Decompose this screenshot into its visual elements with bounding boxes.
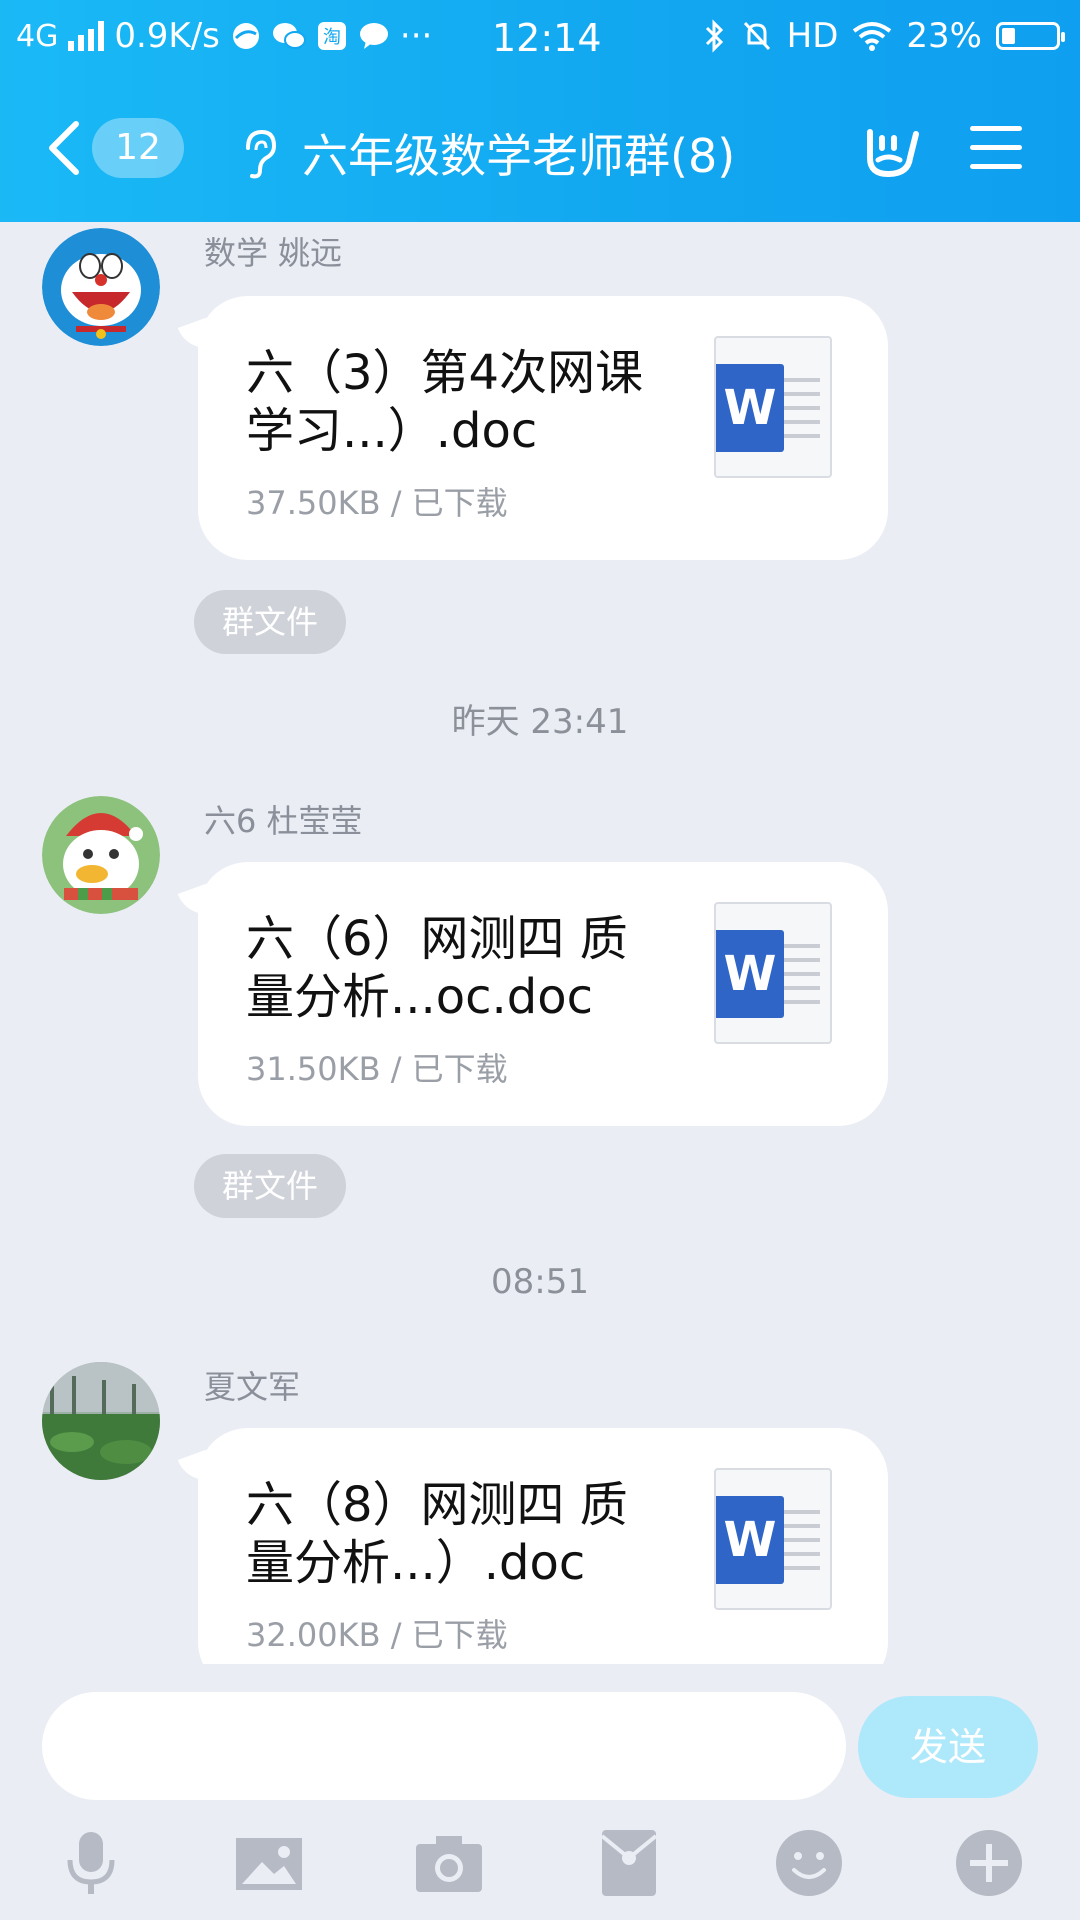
battery-icon xyxy=(996,22,1065,50)
message-icon xyxy=(359,23,388,49)
battery-percent: 23% xyxy=(906,16,982,56)
sender-name: 夏文军 xyxy=(204,1368,301,1406)
menu-icon[interactable] xyxy=(970,126,1022,170)
word-doc-icon: W xyxy=(714,1468,832,1610)
wechat-icon xyxy=(272,23,306,49)
file-message-bubble[interactable]: 六（8）网测四 质量分析...）.doc 32.00KB / 已下载 W xyxy=(198,1428,888,1664)
file-name: 六（8）网测四 质量分析...）.doc xyxy=(246,1477,628,1591)
bluetooth-icon xyxy=(705,19,723,53)
header-background: 4G 0.9K/s 淘 ··· 12:14 HD 23% 12 六年级数学老师群… xyxy=(0,0,1080,222)
word-doc-icon: W xyxy=(714,336,832,478)
file-meta: 32.00KB / 已下载 xyxy=(246,1616,508,1654)
message-input[interactable] xyxy=(42,1692,846,1800)
plus-icon[interactable] xyxy=(954,1828,1024,1898)
file-meta: 31.50KB / 已下载 xyxy=(246,1050,508,1088)
time-separator: 昨天 23:41 xyxy=(451,702,629,742)
group-file-tag[interactable]: 群文件 xyxy=(194,590,346,654)
signal-icon xyxy=(68,21,105,51)
chat-header: 12 六年级数学老师群(8) xyxy=(0,76,1080,222)
network-speed: 0.9K/s xyxy=(114,16,220,56)
more-notifications-icon: ··· xyxy=(399,16,433,56)
sender-name: 数学 姚远 xyxy=(204,234,343,272)
unread-count-badge[interactable]: 12 xyxy=(92,118,184,178)
image-icon[interactable] xyxy=(234,1828,304,1898)
file-message-bubble[interactable]: 六（6）网测四 质量分析...oc.doc 31.50KB / 已下载 W xyxy=(198,862,888,1126)
mute-bell-icon xyxy=(743,21,770,51)
wifi-icon xyxy=(853,22,892,51)
svg-text:淘: 淘 xyxy=(323,27,341,48)
hd-indicator: HD xyxy=(786,16,839,56)
avatar[interactable] xyxy=(42,796,160,914)
red-packet-icon[interactable] xyxy=(594,1828,664,1898)
taobao-icon: 淘 xyxy=(317,22,346,50)
microphone-icon[interactable] xyxy=(56,1828,126,1898)
chat-title: 六年级数学老师群(8) xyxy=(302,129,736,183)
input-bar: 发送 xyxy=(0,1664,1080,1920)
file-meta: 37.50KB / 已下载 xyxy=(246,484,508,522)
message-item: 夏文军 六（8）网测四 质量分析...）.doc 32.00KB / 已下载 W xyxy=(0,1362,1080,1664)
emoji-icon[interactable] xyxy=(774,1828,844,1898)
time-separator: 08:51 xyxy=(491,1262,589,1302)
status-bar: 4G 0.9K/s 淘 ··· 12:14 HD 23% xyxy=(0,0,1080,76)
earpiece-mode-icon[interactable] xyxy=(240,128,278,180)
input-toolbar xyxy=(0,1828,1080,1908)
clock: 12:14 xyxy=(492,16,602,60)
file-message-bubble[interactable]: 六（3）第4次网课学习...）.doc 37.50KB / 已下载 W xyxy=(198,296,888,560)
avatar[interactable] xyxy=(42,228,160,346)
sender-name: 六6 杜莹莹 xyxy=(204,802,363,840)
send-button[interactable]: 发送 xyxy=(858,1696,1038,1798)
group-file-tag[interactable]: 群文件 xyxy=(194,1154,346,1218)
file-name: 六（6）网测四 质量分析...oc.doc xyxy=(246,911,628,1025)
back-arrow-icon[interactable] xyxy=(44,120,84,176)
avatar[interactable] xyxy=(42,1362,160,1480)
app-notification-icon xyxy=(232,23,259,49)
network-type: 4G xyxy=(16,18,59,54)
camera-icon[interactable] xyxy=(414,1828,484,1898)
word-doc-icon: W xyxy=(714,902,832,1044)
file-name: 六（3）第4次网课学习...）.doc xyxy=(246,345,644,459)
hand-gesture-icon[interactable] xyxy=(860,118,920,180)
